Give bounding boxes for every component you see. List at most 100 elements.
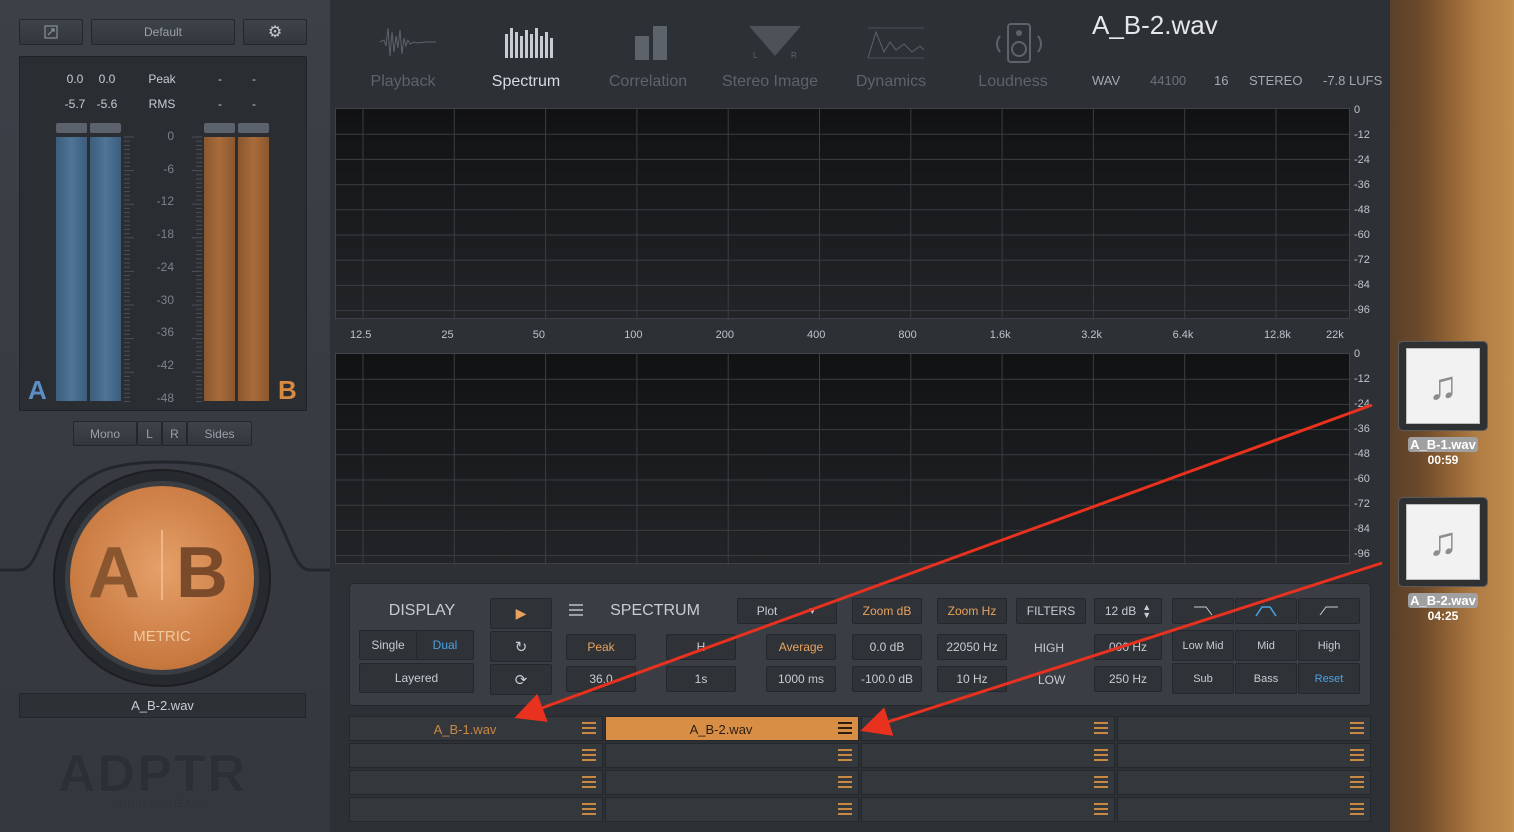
menu-icon[interactable] [838, 749, 852, 761]
zoom-db-button[interactable]: Zoom dB [852, 598, 922, 624]
band-low-mid[interactable]: Low Mid [1172, 630, 1234, 661]
menu-icon[interactable] [838, 722, 852, 734]
zoom-hz-button[interactable]: Zoom Hz [937, 598, 1007, 624]
slope-stepper[interactable]: 12 dB ▲ ▼ [1094, 598, 1162, 624]
menu-icon[interactable] [1350, 722, 1364, 734]
play-button[interactable]: ▶ [490, 598, 552, 629]
menu-icon[interactable] [1094, 776, 1108, 788]
slot-d-3[interactable] [861, 797, 1115, 822]
desktop-file-icon-2[interactable]: ♫ [1398, 497, 1488, 587]
tab-loudness[interactable]: Loudness [953, 0, 1073, 103]
desktop-file-caption-2[interactable]: A_B-2.wav 04:25 [1404, 593, 1482, 623]
spectrum-plot-b[interactable] [335, 353, 1351, 565]
plot-selector[interactable]: Plot ▼ [737, 598, 837, 624]
zoom-db-low-field[interactable]: -100.0 dB [852, 666, 922, 692]
band-bass[interactable]: Bass [1235, 663, 1297, 694]
svg-text:L: L [753, 51, 758, 60]
dual-button[interactable]: Dual [416, 630, 474, 660]
menu-icon[interactable] [1350, 776, 1364, 788]
music-note-icon: ♫ [1406, 348, 1480, 424]
menu-icon[interactable] [1094, 749, 1108, 761]
desktop-file-caption-1[interactable]: A_B-1.wav 00:59 [1404, 437, 1482, 467]
frequency-scale-label: 12.8k [1264, 329, 1291, 341]
slot-b-3[interactable] [861, 743, 1115, 768]
peak-label: Peak [148, 72, 176, 86]
menu-icon[interactable] [582, 722, 596, 734]
menu-icon[interactable] [838, 803, 852, 815]
band-high[interactable]: High [1298, 630, 1360, 661]
slot-c-1[interactable] [349, 770, 603, 795]
tab-stereo-image[interactable]: LR Stereo Image [710, 0, 830, 103]
layered-button[interactable]: Layered [359, 663, 474, 693]
slot-a-3[interactable] [861, 716, 1115, 741]
hold-button[interactable]: H [666, 634, 736, 660]
desktop-file-icon-1[interactable]: ♫ [1398, 341, 1488, 431]
band-mid[interactable]: Mid [1235, 630, 1297, 661]
menu-icon[interactable] [1094, 722, 1108, 734]
slot-c-4[interactable] [1117, 770, 1371, 795]
bandpass-filter-button[interactable] [1235, 598, 1297, 624]
average-time-field[interactable]: 1000 ms [766, 666, 836, 692]
menu-icon[interactable] [582, 803, 596, 815]
filters-button[interactable]: FILTERS [1016, 598, 1086, 624]
spectrum-plot-a[interactable] [335, 108, 1351, 320]
mono-button[interactable]: Mono [73, 421, 137, 446]
adptr-logo: ADPTR [58, 745, 248, 803]
average-button[interactable]: Average [766, 634, 836, 660]
meter-cap [204, 123, 235, 133]
resize-button[interactable] [19, 19, 83, 45]
filter-low-field[interactable]: 250 Hz [1094, 666, 1162, 692]
sides-button[interactable]: Sides [187, 421, 252, 446]
svg-text:R: R [791, 51, 797, 60]
slot-c-3[interactable] [861, 770, 1115, 795]
band-sub[interactable]: Sub [1172, 663, 1234, 694]
menu-icon[interactable] [582, 776, 596, 788]
meter-scale-label: -42 [156, 357, 174, 372]
preset-selector[interactable]: Default [91, 19, 235, 45]
frequency-scale-label: 12.5 [350, 329, 372, 341]
db-scale-label: -72 [1354, 254, 1370, 266]
menu-icon[interactable] [838, 776, 852, 788]
zoom-hz-high-field[interactable]: 22050 Hz [937, 634, 1007, 660]
slot-d-2[interactable] [605, 797, 859, 822]
slot-c-2[interactable] [605, 770, 859, 795]
frequency-scale-label: 22k [1326, 329, 1344, 341]
tab-correlation[interactable]: Correlation [588, 0, 708, 103]
slot-d-1[interactable] [349, 797, 603, 822]
spectrum-icon [505, 28, 553, 58]
lowpass-filter-button[interactable] [1298, 598, 1360, 624]
menu-icon[interactable] [1350, 803, 1364, 815]
slot-a-2[interactable]: A_B-2.wav [605, 716, 859, 741]
menu-icon[interactable] [1350, 749, 1364, 761]
tab-spectrum[interactable]: Spectrum [466, 0, 586, 103]
slot-a-4[interactable] [1117, 716, 1371, 741]
tab-dynamics[interactable]: Dynamics [831, 0, 951, 103]
zoom-db-high-field[interactable]: 0.0 dB [852, 634, 922, 660]
slot-b-2[interactable] [605, 743, 859, 768]
peak-button[interactable]: Peak [566, 634, 636, 660]
menu-icon[interactable] [582, 749, 596, 761]
spectrum-menu-icon[interactable] [569, 604, 583, 616]
slot-b-1[interactable] [349, 743, 603, 768]
single-button[interactable]: Single [359, 630, 417, 660]
zoom-hz-low-field[interactable]: 10 Hz [937, 666, 1007, 692]
ab-switch[interactable]: A B METRIC [0, 460, 330, 690]
slot-d-4[interactable] [1117, 797, 1371, 822]
peak-value-field[interactable]: 36.0 [566, 666, 636, 692]
highpass-filter-button[interactable] [1172, 598, 1234, 624]
band-reset[interactable]: Reset [1298, 663, 1360, 694]
db-scale-label: -12 [1354, 129, 1370, 141]
hold-time-field[interactable]: 1s [666, 666, 736, 692]
left-channel-button[interactable]: L [137, 421, 162, 446]
meter-scale-label: -30 [156, 292, 174, 307]
slot-a-1[interactable]: A_B-1.wav [349, 716, 603, 741]
filter-high-field[interactable]: 000 Hz [1094, 634, 1162, 660]
loop-button[interactable]: ⟳ [490, 664, 552, 695]
tab-bar: Playback Spectrum Correlation LR Stereo … [330, 0, 1390, 103]
tab-playback[interactable]: Playback [343, 0, 463, 103]
right-channel-button[interactable]: R [162, 421, 187, 446]
menu-icon[interactable] [1094, 803, 1108, 815]
slot-b-4[interactable] [1117, 743, 1371, 768]
settings-button[interactable]: ⚙ [243, 19, 307, 45]
reset-button[interactable]: ↻ [490, 631, 552, 662]
